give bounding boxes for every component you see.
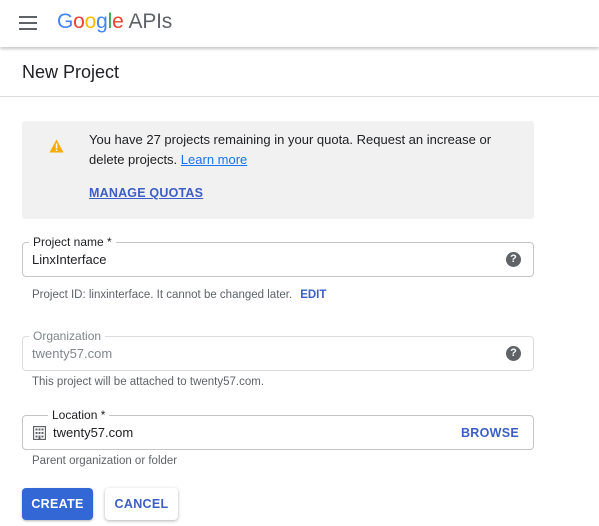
location-value: twenty57.com: [53, 425, 134, 440]
organization-value: twenty57.com: [32, 346, 113, 361]
project-name-field[interactable]: Project name * LinxInterface ?: [22, 235, 534, 277]
logo-letter: g: [96, 10, 108, 33]
cancel-button[interactable]: CANCEL: [105, 488, 178, 520]
location-helper: Parent organization or folder: [32, 455, 178, 467]
menu-icon[interactable]: [17, 13, 39, 33]
logo-suffix: APIs: [128, 10, 173, 33]
project-name-input[interactable]: LinxInterface: [32, 252, 106, 267]
location-field[interactable]: Location * twenty57.com BROWSE: [22, 408, 534, 450]
help-icon[interactable]: ?: [506, 252, 521, 267]
title-divider: [0, 96, 599, 97]
project-id-helper: Project ID: linxinterface. It cannot be …: [32, 289, 326, 301]
logo-letter: e: [112, 10, 124, 33]
project-name-label: Project name *: [29, 235, 116, 249]
browse-button[interactable]: BROWSE: [461, 426, 519, 440]
edit-project-id-button[interactable]: EDIT: [300, 289, 326, 301]
google-apis-logo[interactable]: Google APIs: [57, 9, 172, 35]
logo-letter: o: [73, 10, 85, 33]
help-icon[interactable]: ?: [506, 346, 521, 361]
organization-label: Organization: [29, 329, 106, 343]
warning-icon: [49, 139, 64, 153]
quota-message-text: You have 27 projects remaining in your q…: [89, 132, 492, 167]
organization-helper: This project will be attached to twenty5…: [32, 376, 265, 388]
page-title: New Project: [22, 62, 120, 82]
logo-letter: G: [57, 10, 74, 33]
logo-letter: o: [84, 10, 97, 33]
organization-field: Organization twenty57.com ?: [22, 329, 534, 371]
quota-message: You have 27 projects remaining in your q…: [89, 130, 509, 170]
location-label: Location *: [48, 408, 110, 422]
top-app-bar: Google APIs: [0, 0, 599, 47]
project-id-text: Project ID: linxinterface. It cannot be …: [32, 289, 293, 301]
quota-notice: You have 27 projects remaining in your q…: [22, 121, 534, 219]
manage-quotas-link[interactable]: MANAGE QUOTAS: [89, 186, 203, 200]
building-icon: [33, 426, 46, 440]
create-button[interactable]: CREATE: [22, 488, 93, 520]
learn-more-link[interactable]: Learn more: [181, 152, 247, 167]
